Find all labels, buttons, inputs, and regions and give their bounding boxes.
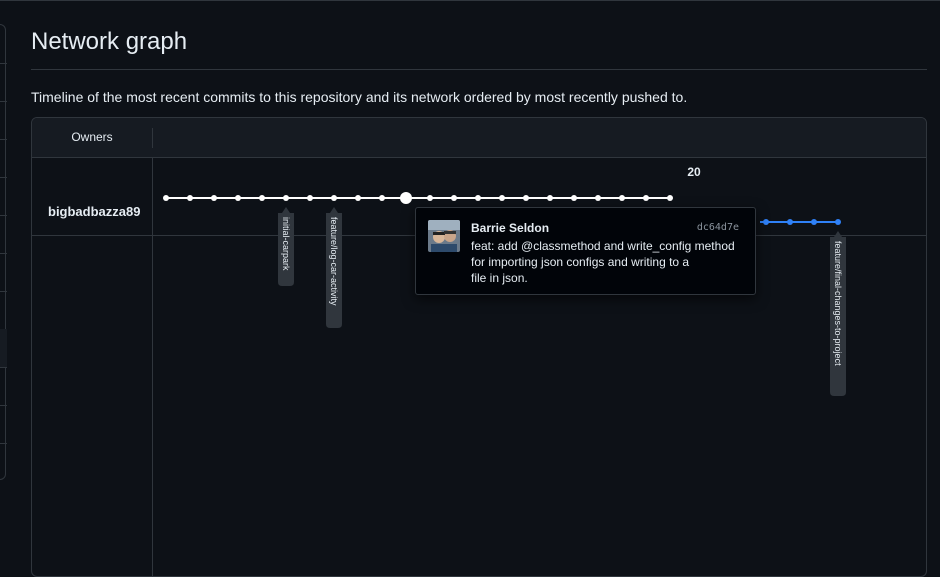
commit-tooltip: Barrie Seldon dc64d7e feat: add @classme… <box>415 207 756 295</box>
commit-dot[interactable] <box>547 195 553 201</box>
branch-label-initial-carpark[interactable]: initial-carpark <box>278 207 294 286</box>
commit-dot[interactable] <box>211 195 217 201</box>
commit-dot[interactable] <box>475 195 481 201</box>
commit-dot-selected[interactable] <box>400 192 412 204</box>
commit-dot[interactable] <box>787 219 793 225</box>
commit-dot[interactable] <box>667 195 673 201</box>
commit-dot[interactable] <box>835 219 841 225</box>
commit-dot[interactable] <box>499 195 505 201</box>
branch-label-text: initial-carpark <box>281 217 291 271</box>
commit-dot[interactable] <box>811 219 817 225</box>
commit-dot[interactable] <box>187 195 193 201</box>
commit-sha: dc64d7e <box>696 222 739 233</box>
commit-dot[interactable] <box>643 195 649 201</box>
avatar <box>428 220 460 252</box>
commit-dot[interactable] <box>163 195 169 201</box>
commit-dot[interactable] <box>307 195 313 201</box>
branch-label-feature-final-changes-to-project[interactable]: feature/final-changes-to-project <box>830 231 846 396</box>
commit-dot[interactable] <box>619 195 625 201</box>
commit-dot[interactable] <box>523 195 529 201</box>
branch-label-feature-log-car-activity[interactable]: feature/log-car-activity <box>326 207 342 328</box>
branch-label-text: feature/log-car-activity <box>329 217 339 306</box>
date-label: 20 <box>687 165 701 179</box>
commit-author: Barrie Seldon <box>471 221 550 235</box>
commit-dot[interactable] <box>355 195 361 201</box>
user-avatar-icon <box>428 220 460 252</box>
commit-dot[interactable] <box>235 195 241 201</box>
commit-dot[interactable] <box>763 219 769 225</box>
commit-message-line: file in json. <box>471 271 528 285</box>
commit-dot[interactable] <box>451 195 457 201</box>
branch-label-text: feature/final-changes-to-project <box>833 241 843 366</box>
commit-dot[interactable] <box>427 195 433 201</box>
commit-dot[interactable] <box>259 195 265 201</box>
commit-dot[interactable] <box>379 195 385 201</box>
commit-dot[interactable] <box>331 195 337 201</box>
commit-dot[interactable] <box>595 195 601 201</box>
commit-dot[interactable] <box>283 195 289 201</box>
commit-dot[interactable] <box>571 195 577 201</box>
commit-message: feat: add @classmethod and write_config … <box>471 238 746 286</box>
commit-message-line: feat: add @classmethod and write_config … <box>471 239 735 253</box>
commit-message-line: for importing json configs and writing t… <box>471 255 690 269</box>
